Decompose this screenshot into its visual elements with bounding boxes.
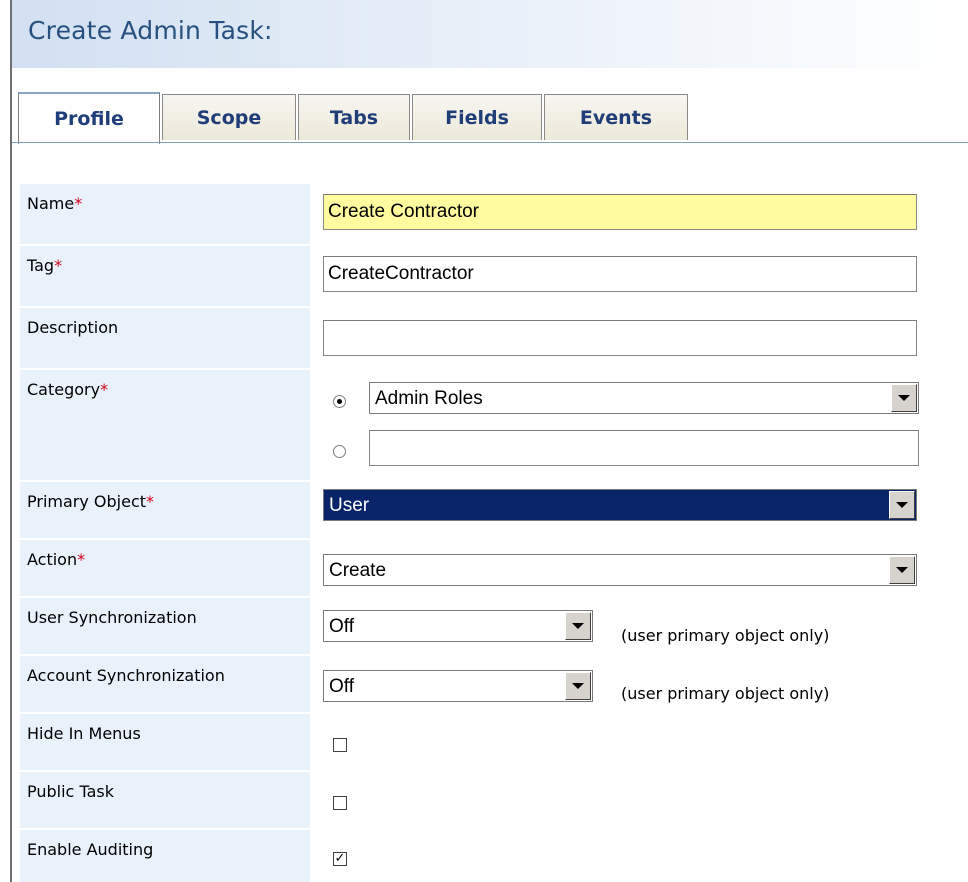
category-new-radio[interactable] bbox=[333, 445, 346, 458]
enable-auditing-label: Enable Auditing bbox=[20, 830, 310, 882]
hide-in-menus-label: Hide In Menus bbox=[20, 714, 310, 770]
primary-object-label: Primary Object* bbox=[20, 482, 310, 538]
chevron-down-icon[interactable] bbox=[889, 491, 915, 519]
required-marker: * bbox=[77, 550, 86, 569]
action-label: Action* bbox=[20, 540, 310, 596]
tab-scope[interactable]: Scope bbox=[162, 94, 296, 140]
primary-object-select[interactable]: User bbox=[323, 489, 917, 521]
category-label: Category* bbox=[20, 370, 310, 480]
enable-auditing-checkbox[interactable]: ✓ bbox=[333, 852, 347, 866]
chevron-down-icon[interactable] bbox=[565, 672, 591, 700]
action-select[interactable]: Create bbox=[323, 554, 917, 586]
chevron-down-icon[interactable] bbox=[891, 384, 917, 412]
tab-tabs[interactable]: Tabs bbox=[298, 94, 410, 140]
tab-fields[interactable]: Fields bbox=[412, 94, 542, 140]
tab-bar-underline bbox=[12, 142, 968, 143]
user-sync-label: User Synchronization bbox=[20, 598, 310, 654]
row-account-sync: Account Synchronization Off (user primar… bbox=[20, 656, 968, 712]
page-title: Create Admin Task: bbox=[28, 16, 273, 45]
row-tag: Tag* CreateContractor bbox=[20, 246, 968, 306]
row-user-sync: User Synchronization Off (user primary o… bbox=[20, 598, 968, 654]
row-hide-in-menus: Hide In Menus bbox=[20, 714, 968, 770]
description-input[interactable] bbox=[323, 320, 917, 356]
row-enable-auditing: Enable Auditing ✓ bbox=[20, 830, 968, 882]
row-name: Name* Create Contractor bbox=[20, 184, 968, 244]
row-description: Description bbox=[20, 308, 968, 368]
row-category: Category* Admin Roles bbox=[20, 370, 968, 480]
row-action: Action* Create bbox=[20, 540, 968, 596]
account-sync-note: (user primary object only) bbox=[621, 684, 830, 703]
required-marker: * bbox=[54, 256, 63, 275]
tab-profile[interactable]: Profile bbox=[18, 92, 160, 144]
chevron-down-icon[interactable] bbox=[889, 556, 915, 584]
row-public-task: Public Task bbox=[20, 772, 968, 828]
tag-label: Tag* bbox=[20, 246, 310, 306]
user-sync-select[interactable]: Off bbox=[323, 610, 593, 642]
chevron-down-icon[interactable] bbox=[565, 612, 591, 640]
user-sync-note: (user primary object only) bbox=[621, 626, 830, 645]
account-sync-select[interactable]: Off bbox=[323, 670, 593, 702]
description-label: Description bbox=[20, 308, 310, 368]
hide-in-menus-checkbox[interactable] bbox=[333, 738, 347, 752]
required-marker: * bbox=[100, 380, 109, 399]
required-marker: * bbox=[146, 492, 155, 511]
public-task-checkbox[interactable] bbox=[333, 796, 347, 810]
category-new-input[interactable] bbox=[369, 430, 919, 466]
category-select[interactable]: Admin Roles bbox=[369, 382, 919, 414]
name-label: Name* bbox=[20, 184, 310, 244]
name-input[interactable]: Create Contractor bbox=[323, 194, 917, 230]
tag-input[interactable]: CreateContractor bbox=[323, 256, 917, 292]
required-marker: * bbox=[74, 194, 83, 213]
tab-events[interactable]: Events bbox=[544, 94, 688, 140]
row-primary-object: Primary Object* User bbox=[20, 482, 968, 538]
public-task-label: Public Task bbox=[20, 772, 310, 828]
account-sync-label: Account Synchronization bbox=[20, 656, 310, 712]
category-existing-radio[interactable] bbox=[333, 395, 346, 408]
